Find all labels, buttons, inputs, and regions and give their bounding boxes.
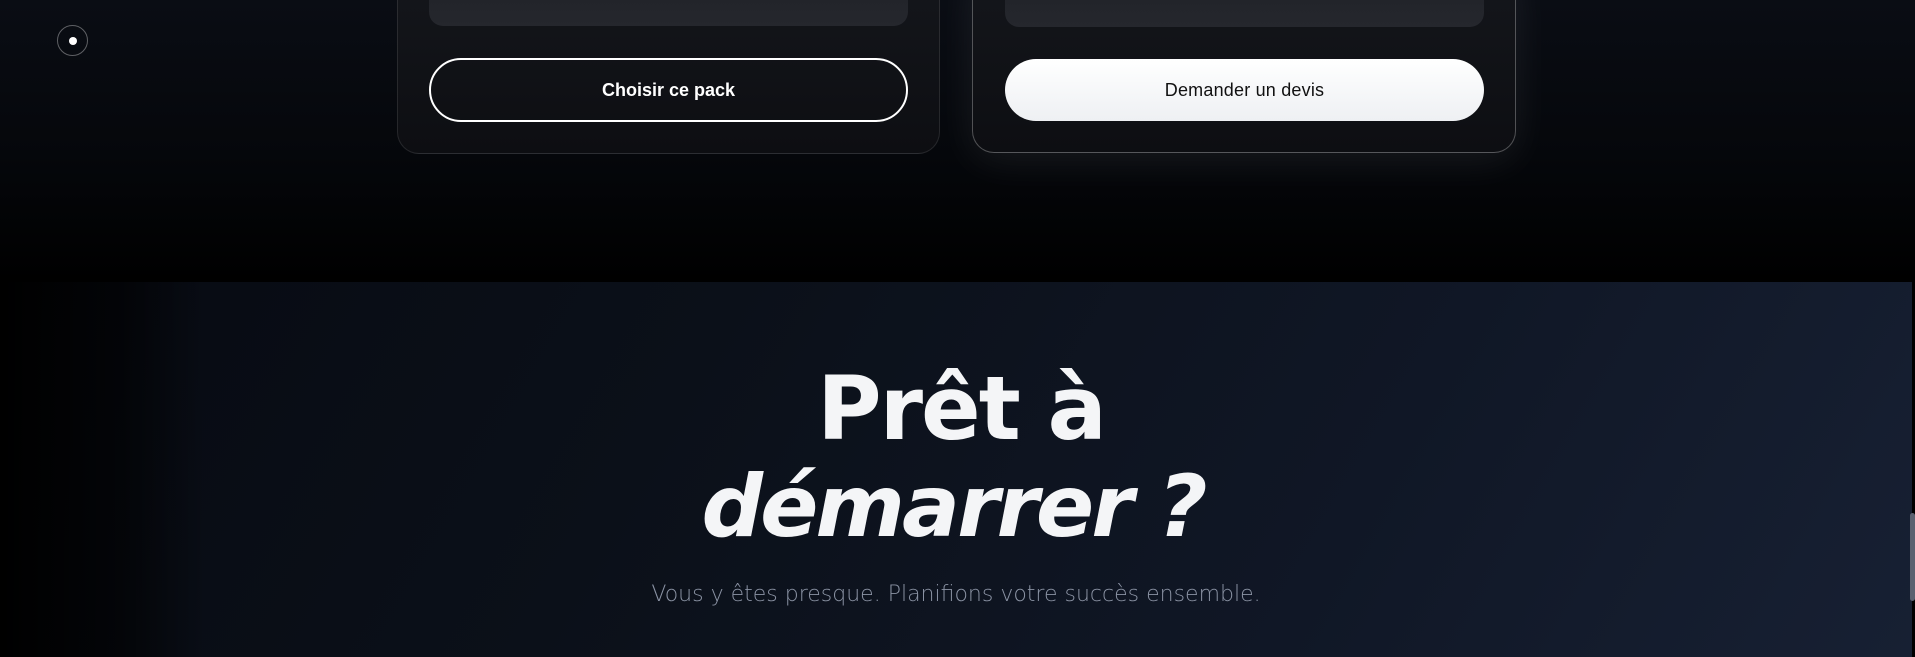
pricing-card-standard: Choisir ce pack: [397, 0, 940, 154]
card-feature-panel: [1005, 0, 1484, 27]
request-quote-button[interactable]: Demander un devis: [1005, 59, 1484, 121]
card-feature-panel: [429, 0, 908, 26]
cta-heading: Prêt à démarrer ?: [0, 357, 1912, 557]
cta-heading-line2: démarrer ?: [701, 457, 1208, 557]
scrollbar-thumb[interactable]: [1910, 513, 1915, 601]
cta-heading-line1: Prêt à: [817, 357, 1107, 460]
choose-pack-button[interactable]: Choisir ce pack: [429, 58, 908, 122]
cta-subtitle: Vous y êtes presque. Planifions votre su…: [651, 582, 1261, 607]
page: Choisir ce pack Demander un devis Prêt à…: [0, 0, 1915, 657]
cursor-dot-icon: [57, 25, 88, 56]
cta-section: Prêt à démarrer ? Vous y êtes presque. P…: [0, 282, 1912, 657]
pricing-card-custom: Demander un devis: [972, 0, 1516, 153]
pricing-section: Choisir ce pack Demander un devis: [0, 0, 1915, 282]
